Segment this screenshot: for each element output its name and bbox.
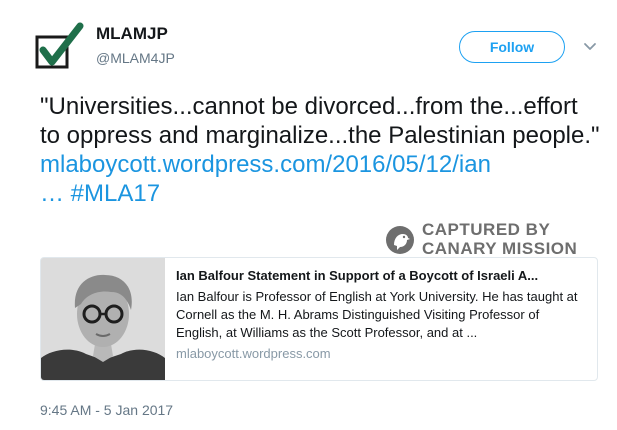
- checkmark-icon: [35, 22, 84, 69]
- tweet-text: "Universities...cannot be divorced...fro…: [40, 92, 600, 208]
- user-handle[interactable]: @MLAM4JP: [96, 50, 175, 66]
- tweet-url-link[interactable]: mlaboycott.wordpress.com/2016/05/12/ian: [40, 151, 491, 178]
- follow-button[interactable]: Follow: [459, 31, 565, 63]
- chevron-down-icon: [584, 43, 596, 50]
- tweet-timestamp[interactable]: 9:45 AM - 5 Jan 2017: [40, 402, 173, 418]
- card-body: Ian Balfour Statement in Support of a Bo…: [176, 267, 589, 361]
- display-name[interactable]: MLAMJP: [96, 24, 168, 44]
- watermark-line-2: CANARY MISSION: [422, 239, 578, 258]
- link-ellipsis: …: [40, 180, 64, 207]
- hashtag-link[interactable]: #MLA17: [71, 180, 160, 207]
- canary-mission-watermark: CAPTURED BY CANARY MISSION: [385, 219, 585, 261]
- card-title[interactable]: Ian Balfour Statement in Support of a Bo…: [176, 267, 589, 284]
- canary-bird-icon: [386, 226, 414, 254]
- card-domain: mlaboycott.wordpress.com: [176, 346, 331, 361]
- tweet-body: "Universities...cannot be divorced...fro…: [40, 93, 600, 149]
- tweet-menu-button[interactable]: [582, 38, 598, 54]
- watermark-line-1: CAPTURED BY: [422, 220, 551, 239]
- link-preview-card[interactable]: Ian Balfour Statement in Support of a Bo…: [40, 257, 598, 381]
- portrait-photo: [41, 258, 165, 380]
- card-image: [41, 258, 165, 380]
- card-description: Ian Balfour is Professor of English at Y…: [176, 289, 578, 340]
- avatar[interactable]: [34, 22, 84, 72]
